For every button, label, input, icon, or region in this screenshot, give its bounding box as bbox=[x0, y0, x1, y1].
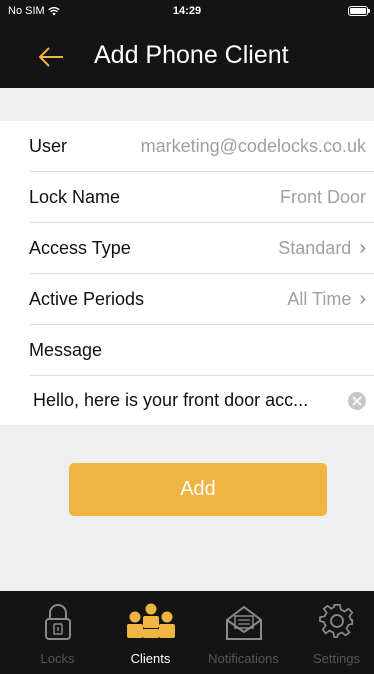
lock-name-row[interactable]: Lock Name Front Door bbox=[29, 172, 374, 223]
lock-name-value: Front Door bbox=[280, 187, 366, 208]
navigation-bar: Add Phone Client bbox=[0, 24, 374, 88]
lock-name-value-text: Front Door bbox=[279, 186, 366, 207]
message-input[interactable]: Hello, here is your front door acc... bbox=[0, 376, 374, 425]
chevron-right-icon: › bbox=[359, 288, 366, 310]
tab-bar: Locks Clients Notifications Settings bbox=[0, 591, 374, 674]
gear-icon bbox=[318, 604, 353, 639]
active-periods-value: All Time › bbox=[287, 289, 366, 310]
tab-settings-label: Settings bbox=[313, 651, 360, 666]
tab-locks-label: Locks bbox=[40, 651, 75, 666]
tab-settings[interactable]: Settings bbox=[290, 591, 374, 674]
client-form: User marketing@codelocks.co.uk Lock Name… bbox=[0, 121, 374, 425]
users-icon bbox=[126, 603, 175, 638]
user-label: User bbox=[29, 135, 68, 156]
chevron-right-icon: › bbox=[359, 237, 366, 259]
message-label: Message bbox=[29, 339, 103, 360]
tab-clients[interactable]: Clients bbox=[104, 591, 197, 674]
back-arrow-icon[interactable] bbox=[36, 42, 66, 72]
add-button[interactable]: Add bbox=[69, 463, 327, 516]
user-row[interactable]: User marketing@codelocks.co.uk bbox=[29, 121, 374, 172]
tab-locks[interactable]: Locks bbox=[11, 591, 104, 674]
access-type-label: Access Type bbox=[29, 237, 131, 258]
active-periods-value-text: All Time bbox=[287, 288, 352, 309]
access-type-row[interactable]: Access Type Standard › bbox=[29, 223, 374, 274]
tab-clients-label: Clients bbox=[130, 651, 171, 666]
lock-icon bbox=[44, 604, 71, 640]
tab-notifications-label: Notifications bbox=[208, 651, 279, 666]
page-title: Add Phone Client bbox=[94, 41, 289, 69]
lock-name-label: Lock Name bbox=[29, 186, 121, 207]
message-text[interactable]: Hello, here is your front door acc... bbox=[33, 390, 308, 411]
envelope-icon bbox=[225, 605, 262, 640]
active-periods-row[interactable]: Active Periods All Time › bbox=[29, 274, 374, 325]
message-label-row: Message bbox=[29, 325, 374, 376]
user-value: marketing@codelocks.co.uk bbox=[141, 136, 366, 157]
access-type-value-text: Standard bbox=[278, 237, 352, 258]
tab-notifications[interactable]: Notifications bbox=[197, 591, 290, 674]
user-value-text: marketing@codelocks.co.uk bbox=[140, 135, 366, 156]
clear-icon[interactable] bbox=[348, 392, 366, 410]
active-periods-label: Active Periods bbox=[29, 288, 145, 309]
status-bar: No SIM 14:29 bbox=[0, 0, 374, 24]
battery-icon bbox=[348, 6, 370, 16]
status-time: 14:29 bbox=[172, 5, 202, 17]
access-type-value: Standard › bbox=[278, 238, 366, 259]
